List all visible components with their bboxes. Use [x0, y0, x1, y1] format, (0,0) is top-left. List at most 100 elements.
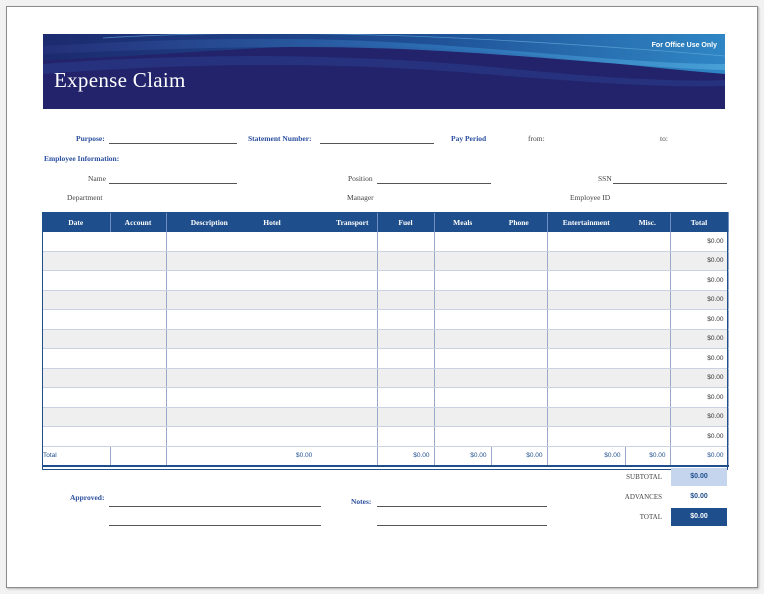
cell-description[interactable]: [166, 348, 252, 369]
notes-line-1[interactable]: [377, 506, 547, 507]
cell-misc[interactable]: [625, 426, 671, 447]
cell-misc[interactable]: [625, 232, 671, 252]
cell-fuel[interactable]: [377, 387, 435, 408]
cell-account[interactable]: [110, 387, 167, 408]
cell-description[interactable]: [166, 368, 252, 388]
cell-entertainment[interactable]: [547, 387, 625, 408]
cell-meals[interactable]: [434, 387, 491, 408]
cell-fuel[interactable]: [377, 329, 435, 349]
cell-phone[interactable]: [491, 407, 548, 427]
cell-meals[interactable]: [434, 407, 491, 427]
cell-transport[interactable]: [292, 290, 378, 310]
cell-misc[interactable]: [625, 368, 671, 388]
approved-line-1[interactable]: [109, 506, 321, 507]
cell-phone[interactable]: [491, 348, 548, 369]
cell-phone[interactable]: [491, 329, 548, 349]
cell-misc[interactable]: [625, 407, 671, 427]
cell-date[interactable]: [42, 348, 110, 369]
cell-hotel[interactable]: [252, 309, 292, 330]
cell-entertainment[interactable]: [547, 329, 625, 349]
cell-date[interactable]: [42, 387, 110, 408]
cell-entertainment[interactable]: [547, 251, 625, 271]
cell-entertainment[interactable]: [547, 290, 625, 310]
cell-hotel[interactable]: [252, 329, 292, 349]
cell-transport[interactable]: [292, 329, 378, 349]
cell-hotel[interactable]: [252, 407, 292, 427]
cell-entertainment[interactable]: [547, 407, 625, 427]
cell-account[interactable]: [110, 407, 167, 427]
cell-misc[interactable]: [625, 348, 671, 369]
cell-meals[interactable]: [434, 309, 491, 330]
cell-fuel[interactable]: [377, 368, 435, 388]
cell-meals[interactable]: [434, 348, 491, 369]
cell-description[interactable]: [166, 232, 252, 252]
cell-account[interactable]: [110, 348, 167, 369]
cell-transport[interactable]: [292, 309, 378, 330]
cell-transport[interactable]: [292, 407, 378, 427]
cell-account[interactable]: [110, 426, 167, 447]
cell-date[interactable]: [42, 368, 110, 388]
cell-phone[interactable]: [491, 426, 548, 447]
cell-transport[interactable]: [292, 232, 378, 252]
cell-fuel[interactable]: [377, 309, 435, 330]
cell-misc[interactable]: [625, 251, 671, 271]
cell-transport[interactable]: [292, 426, 378, 447]
cell-account[interactable]: [110, 270, 167, 291]
advances-value[interactable]: $0.00: [671, 488, 727, 506]
cell-description[interactable]: [166, 270, 252, 291]
cell-account[interactable]: [110, 368, 167, 388]
cell-date[interactable]: [42, 290, 110, 310]
cell-fuel[interactable]: [377, 270, 435, 291]
cell-misc[interactable]: [625, 309, 671, 330]
cell-phone[interactable]: [491, 251, 548, 271]
cell-entertainment[interactable]: [547, 309, 625, 330]
cell-meals[interactable]: [434, 270, 491, 291]
cell-date[interactable]: [42, 329, 110, 349]
cell-description[interactable]: [166, 290, 252, 310]
cell-misc[interactable]: [625, 387, 671, 408]
cell-account[interactable]: [110, 251, 167, 271]
cell-description[interactable]: [166, 309, 252, 330]
cell-description[interactable]: [166, 426, 252, 447]
cell-fuel[interactable]: [377, 426, 435, 447]
cell-date[interactable]: [42, 251, 110, 271]
cell-account[interactable]: [110, 309, 167, 330]
cell-entertainment[interactable]: [547, 368, 625, 388]
cell-hotel[interactable]: [252, 270, 292, 291]
cell-meals[interactable]: [434, 290, 491, 310]
cell-transport[interactable]: [292, 348, 378, 369]
cell-transport[interactable]: [292, 251, 378, 271]
cell-hotel[interactable]: [252, 348, 292, 369]
notes-line-2[interactable]: [377, 525, 547, 526]
cell-meals[interactable]: [434, 368, 491, 388]
cell-transport[interactable]: [292, 387, 378, 408]
cell-phone[interactable]: [491, 309, 548, 330]
cell-entertainment[interactable]: [547, 426, 625, 447]
cell-date[interactable]: [42, 407, 110, 427]
cell-phone[interactable]: [491, 387, 548, 408]
cell-description[interactable]: [166, 387, 252, 408]
cell-misc[interactable]: [625, 290, 671, 310]
approved-line-2[interactable]: [109, 525, 321, 526]
statement-number-field[interactable]: [320, 143, 434, 144]
cell-misc[interactable]: [625, 270, 671, 291]
ssn-field[interactable]: [613, 183, 727, 184]
cell-entertainment[interactable]: [547, 348, 625, 369]
cell-hotel[interactable]: [252, 290, 292, 310]
cell-meals[interactable]: [434, 232, 491, 252]
cell-meals[interactable]: [434, 426, 491, 447]
cell-description[interactable]: [166, 329, 252, 349]
cell-phone[interactable]: [491, 270, 548, 291]
cell-fuel[interactable]: [377, 232, 435, 252]
cell-description[interactable]: [166, 251, 252, 271]
cell-entertainment[interactable]: [547, 232, 625, 252]
cell-hotel[interactable]: [252, 232, 292, 252]
cell-hotel[interactable]: [252, 251, 292, 271]
purpose-field[interactable]: [109, 143, 237, 144]
cell-fuel[interactable]: [377, 251, 435, 271]
cell-meals[interactable]: [434, 329, 491, 349]
cell-account[interactable]: [110, 329, 167, 349]
cell-account[interactable]: [110, 290, 167, 310]
cell-description[interactable]: [166, 407, 252, 427]
cell-transport[interactable]: [292, 368, 378, 388]
